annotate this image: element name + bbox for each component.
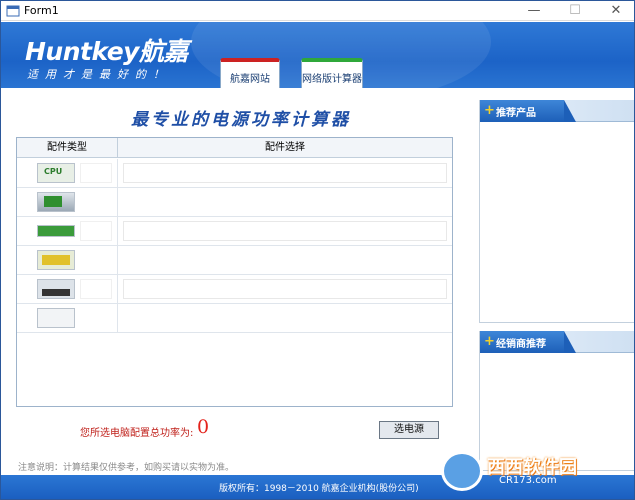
panel-title-recommend: 推荐产品: [496, 108, 536, 119]
close-button[interactable]: ✕: [599, 1, 633, 21]
total-power-value: 0: [197, 416, 210, 438]
select-psu-button[interactable]: 选电源: [379, 421, 439, 439]
table-row: [17, 217, 452, 246]
tab-online-calculator[interactable]: 网络版计算器: [301, 58, 363, 88]
total-power-label: 您所选电脑配置总功率为:: [80, 428, 194, 439]
plus-icon: +: [484, 103, 495, 118]
table-row: [17, 188, 452, 217]
column-header-selection: 配件选择: [265, 142, 305, 153]
memory-select[interactable]: [123, 221, 447, 241]
app-icon: [6, 5, 20, 17]
recommended-products-panel: + 推荐产品: [479, 100, 634, 323]
plus-icon: +: [484, 334, 495, 349]
memory-image: [37, 225, 75, 237]
hard-drive-select[interactable]: [123, 279, 447, 299]
motherboard-image: [37, 192, 75, 212]
header-banner: Huntkey航嘉 适用才是最好的！ 航嘉网站 网络版计算器: [1, 22, 634, 88]
table-row: [17, 304, 452, 333]
window-title: Form1: [24, 4, 59, 17]
copyright-text: 版权所有：1998－2010 航嘉企业机构(股份公司): [219, 484, 419, 494]
table-row: [17, 246, 452, 275]
cpu-image: [37, 163, 75, 183]
tab-website[interactable]: 航嘉网站: [220, 58, 280, 88]
minimize-button[interactable]: —: [517, 1, 551, 21]
disclaimer-note: 注意说明：计算结果仅供参考，如购买请以实物为准。: [18, 463, 235, 473]
application-window: Form1 — ☐ ✕ Huntkey航嘉 适用才是最好的！ 航嘉网站 网络版计…: [0, 0, 635, 500]
watermark-logo-icon: [441, 451, 483, 491]
table-row: [17, 159, 452, 188]
huntkey-logo: Huntkey航嘉: [25, 37, 188, 66]
panel-title-dealer: 经销商推荐: [496, 339, 546, 350]
cpu-select[interactable]: [123, 163, 447, 183]
graphics-card-image: [37, 250, 75, 270]
column-header-type: 配件类型: [17, 138, 118, 158]
hard-drive-quantity-input[interactable]: [80, 279, 112, 299]
grid-header: 配件类型 配件选择: [17, 138, 452, 158]
component-grid: 配件类型 配件选择: [16, 137, 453, 407]
memory-quantity-input[interactable]: [80, 221, 112, 241]
maximize-button[interactable]: ☐: [558, 1, 592, 21]
page-title: 最专业的电源功率计算器: [131, 110, 351, 130]
hard-drive-image: [37, 279, 75, 299]
site-watermark: 西西软件园 CR173.com: [441, 449, 631, 491]
title-bar: Form1 — ☐ ✕: [1, 1, 634, 21]
slogan: 适用才是最好的！: [27, 68, 171, 81]
cpu-quantity-input[interactable]: [80, 163, 112, 183]
table-row: [17, 275, 452, 304]
optical-drive-image: [37, 308, 75, 328]
